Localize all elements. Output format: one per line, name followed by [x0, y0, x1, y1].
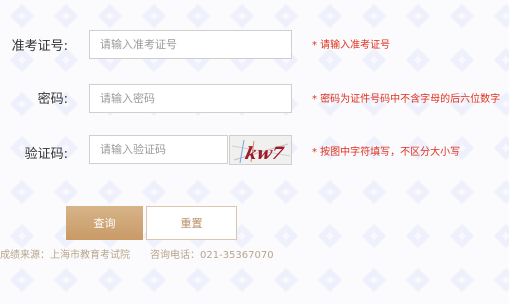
footer: 成绩来源：上海市教育考试院 咨询电话：021-35367070: [0, 248, 274, 264]
password-hint: * 密码为证件号码中不含字母的后六位数字: [312, 94, 501, 105]
admission-number-hint: * 请输入准考证号: [312, 40, 391, 51]
query-button[interactable]: 查询: [66, 206, 143, 240]
reset-button[interactable]: 重置: [146, 206, 237, 240]
captcha-label: 验证码:: [24, 147, 68, 162]
admission-number-input[interactable]: [89, 30, 292, 59]
password-input[interactable]: [89, 84, 292, 113]
password-label: 密码:: [37, 92, 68, 107]
footer-phone: 咨询电话：021-35367070: [150, 250, 274, 261]
captcha-image[interactable]: kw7: [229, 135, 292, 165]
captcha-input[interactable]: [89, 135, 228, 164]
admission-number-label: 准考证号:: [11, 39, 68, 54]
login-form: 准考证号: * 请输入准考证号 密码: * 密码为证件号码中不含字母的后六位数字…: [0, 0, 509, 304]
footer-source: 成绩来源：上海市教育考试院: [0, 250, 130, 261]
captcha-graphic: kw7: [230, 136, 291, 164]
captcha-hint: * 按图中字符填写，不区分大小写: [312, 147, 461, 158]
captcha-text: kw7: [243, 144, 285, 164]
